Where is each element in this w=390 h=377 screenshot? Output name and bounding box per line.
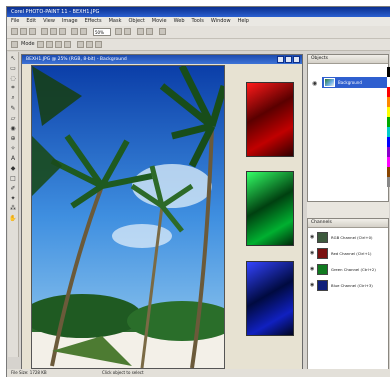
eraser-icon[interactable]: ▱ <box>9 114 17 122</box>
menu-movie[interactable]: Movie <box>152 17 167 26</box>
text-tool-icon[interactable]: A <box>9 154 17 162</box>
channel-row-rgb[interactable]: ◉ RGB Channel (Ctrl+0) <box>308 231 388 244</box>
menu-bar: File Edit View Image Effects Mask Object… <box>7 17 390 26</box>
channels-panel: Channels ◉ RGB Channel (Ctrl+0) ◉ Red Ch… <box>307 218 389 372</box>
zoom-in-icon[interactable] <box>115 28 122 35</box>
lasso-icon[interactable]: ◌ <box>9 74 17 82</box>
crop-icon[interactable]: ⌗ <box>9 84 17 92</box>
touchup-icon[interactable]: ✧ <box>9 144 17 152</box>
object-thumbnail <box>324 78 335 87</box>
beach-photo[interactable] <box>31 65 225 369</box>
property-bar: Mode <box>7 39 390 51</box>
close-icon[interactable] <box>293 56 300 63</box>
paint-icon[interactable]: ✐ <box>9 184 17 192</box>
document-title: BEXH1.JPG @ 25% (RGB, 8-bit) - Backgroun… <box>26 57 127 62</box>
channel-row-blue[interactable]: ◉ Blue Channel (Ctrl+3) <box>308 279 388 292</box>
menu-effects[interactable]: Effects <box>85 17 102 26</box>
eye-icon[interactable]: ◉ <box>312 80 317 87</box>
eye-icon[interactable]: ◉ <box>310 282 314 288</box>
clone-icon[interactable]: ⊕ <box>9 134 17 142</box>
toolbox: ↖ ▭ ◌ ⌗ ⌕ ✎ ▱ ◉ ⊕ ✧ A ◆ □ ✐ ✦ ⁂ ✋ <box>8 52 19 357</box>
channel-row-red[interactable]: ◉ Red Channel (Ctrl+1) <box>308 247 388 260</box>
channel-label: Red Channel (Ctrl+1) <box>331 251 372 256</box>
channel-row-green[interactable]: ◉ Green Channel (Ctrl+2) <box>308 263 388 276</box>
eye-icon[interactable]: ◉ <box>310 250 314 256</box>
menu-window[interactable]: Window <box>211 17 231 26</box>
rectangle-icon[interactable]: □ <box>9 174 17 182</box>
channel-label: Blue Channel (Ctrl+3) <box>331 283 373 288</box>
hand-icon[interactable]: ✋ <box>9 214 17 222</box>
docker-panel: Objects ◉ Background Channels ◉ RGB Chan… <box>307 54 389 372</box>
zoom-tool-icon[interactable]: ⌕ <box>9 94 17 102</box>
red-channel-preview[interactable] <box>246 82 294 157</box>
fill-icon[interactable]: ◆ <box>9 164 17 172</box>
channel-thumbnail <box>317 280 328 291</box>
xor-mode-icon[interactable] <box>64 41 71 48</box>
additive-mode-icon[interactable] <box>46 41 53 48</box>
import-icon[interactable] <box>137 28 144 35</box>
menu-file[interactable]: File <box>11 17 19 26</box>
grow-icon[interactable] <box>95 41 102 48</box>
zoom-out-icon[interactable] <box>124 28 131 35</box>
blue-channel-preview[interactable] <box>246 261 294 336</box>
subtractive-mode-icon[interactable] <box>55 41 62 48</box>
minimize-icon[interactable] <box>277 56 284 63</box>
feather-icon[interactable] <box>77 41 84 48</box>
maximize-icon[interactable] <box>285 56 292 63</box>
copy-icon[interactable] <box>50 28 57 35</box>
standard-toolbar: 50% <box>7 26 390 39</box>
mask-rectangle-icon[interactable]: ▭ <box>9 64 17 72</box>
menu-web[interactable]: Web <box>174 17 185 26</box>
eyedropper-icon[interactable]: ✎ <box>9 104 17 112</box>
menu-help[interactable]: Help <box>238 17 249 26</box>
object-row-background[interactable]: Background <box>322 77 388 88</box>
document-title-bar: BEXH1.JPG @ 25% (RGB, 8-bit) - Backgroun… <box>22 55 302 64</box>
normal-mode-icon[interactable] <box>37 41 44 48</box>
channel-label: RGB Channel (Ctrl+0) <box>331 235 373 240</box>
beach-photo-art <box>32 66 224 368</box>
mask-tool-icon[interactable] <box>11 41 18 48</box>
title-bar: Corel PHOTO-PAINT 11 - BEXH1.JPG <box>7 7 390 17</box>
corel-launcher-icon[interactable] <box>159 28 166 35</box>
cut-icon[interactable] <box>41 28 48 35</box>
channel-thumbnail <box>317 248 328 259</box>
effect-icon[interactable]: ✦ <box>9 194 17 202</box>
zoom-select[interactable]: 50% <box>93 28 111 36</box>
document-window: BEXH1.JPG @ 25% (RGB, 8-bit) - Backgroun… <box>21 54 303 374</box>
pick-tool-icon[interactable]: ↖ <box>9 54 17 62</box>
paste-icon[interactable] <box>59 28 66 35</box>
anti-alias-icon[interactable] <box>86 41 93 48</box>
channels-panel-title: Channels <box>308 219 388 228</box>
objects-panel-title: Objects <box>308 55 388 64</box>
image-sprayer-icon[interactable]: ⁂ <box>9 204 17 212</box>
eye-icon[interactable]: ◉ <box>310 266 314 272</box>
menu-tools[interactable]: Tools <box>192 17 204 26</box>
app-title: Corel PHOTO-PAINT 11 - BEXH1.JPG <box>11 9 100 15</box>
menu-edit[interactable]: Edit <box>26 17 36 26</box>
red-eye-icon[interactable]: ◉ <box>9 124 17 132</box>
redo-icon[interactable] <box>80 28 87 35</box>
photo-paint-window: Corel PHOTO-PAINT 11 - BEXH1.JPG File Ed… <box>6 6 390 377</box>
menu-object[interactable]: Object <box>129 17 145 26</box>
menu-mask[interactable]: Mask <box>109 17 122 26</box>
save-icon[interactable] <box>29 28 36 35</box>
menu-view[interactable]: View <box>43 17 55 26</box>
menu-image[interactable]: Image <box>62 17 78 26</box>
green-channel-preview[interactable] <box>246 171 294 246</box>
channel-thumbnail <box>317 264 328 275</box>
channel-label: Green Channel (Ctrl+2) <box>331 267 376 272</box>
new-file-icon[interactable] <box>11 28 18 35</box>
export-icon[interactable] <box>146 28 153 35</box>
eye-icon[interactable]: ◉ <box>310 234 314 240</box>
objects-panel: Objects ◉ Background <box>307 54 389 202</box>
object-label: Background <box>338 80 362 85</box>
open-file-icon[interactable] <box>20 28 27 35</box>
mode-label: Mode <box>21 41 35 47</box>
undo-icon[interactable] <box>71 28 78 35</box>
channel-thumbnail <box>317 232 328 243</box>
